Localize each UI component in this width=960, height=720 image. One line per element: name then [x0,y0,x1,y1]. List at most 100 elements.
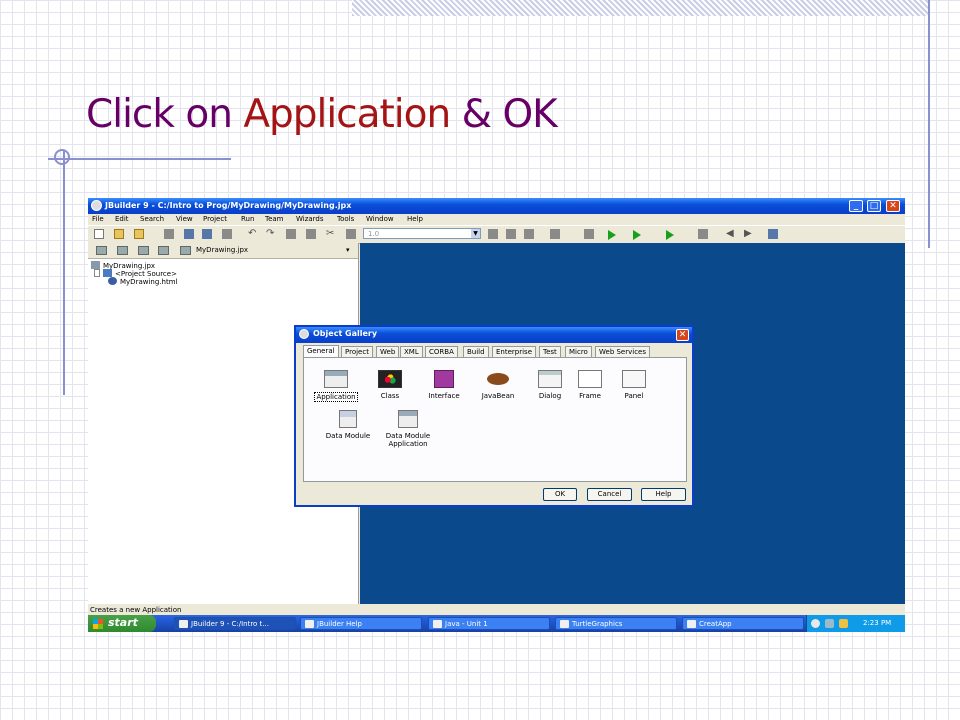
application-icon [324,370,348,388]
run-icon[interactable] [608,230,616,240]
optimize-icon[interactable] [666,230,674,240]
gallery-item-panel[interactable]: Panel [606,370,662,400]
tree-item-html[interactable]: MyDrawing.html [108,277,177,286]
copy-icon[interactable] [286,229,296,239]
gallery-item-label: JavaBean [481,392,515,400]
make-icon[interactable] [550,229,560,239]
reopen-icon[interactable] [134,229,144,239]
menu-file[interactable]: File [92,215,104,223]
gallery-item-label: Dialog [538,392,562,400]
task-java-unit1[interactable]: Java - Unit 1 [428,617,550,630]
maximize-button[interactable]: □ [867,200,881,212]
menu-wizards[interactable]: Wizards [296,215,324,223]
close-button[interactable]: ✕ [886,200,900,212]
save-icon[interactable] [184,229,194,239]
dialog-icon [299,329,309,339]
dialog-close-button[interactable]: ✕ [676,329,689,341]
close-file-icon[interactable] [164,229,174,239]
tab-xml[interactable]: XML [400,346,423,357]
menu-window[interactable]: Window [366,215,394,223]
search-next-icon[interactable] [488,229,498,239]
tab-web[interactable]: Web [376,346,400,357]
gallery-item-label: Class [380,392,400,400]
history-icon[interactable] [698,229,708,239]
paste-icon[interactable] [306,229,316,239]
undo-icon[interactable]: ↶ [248,229,256,239]
network-icon[interactable] [825,619,834,628]
tray-expand-icon[interactable] [811,619,820,628]
powerpoint-icon [560,620,569,628]
gallery-item-application[interactable]: Application [308,370,364,402]
close-project-icon[interactable] [96,246,107,255]
menu-help[interactable]: Help [407,215,423,223]
expand-icon[interactable] [94,269,100,277]
tab-enterprise[interactable]: Enterprise [492,346,537,357]
tree-item-label: MyDrawing.html [120,278,178,286]
dialog-titlebar[interactable]: Object Gallery ✕ [296,327,692,343]
help-topics-icon[interactable] [768,229,778,239]
add-files-icon[interactable] [117,246,128,255]
gallery-item-class[interactable]: Class [362,370,418,400]
gallery-item-interface[interactable]: Interface [416,370,472,400]
print-icon[interactable] [222,229,232,239]
title-prefix: Click on [86,92,244,137]
help-button[interactable]: Help [641,488,686,501]
ok-button[interactable]: OK [543,488,577,501]
tab-build[interactable]: Build [463,346,489,357]
open-project-icon[interactable] [114,229,124,239]
panel-icon [622,370,646,388]
javabean-icon [487,373,509,385]
rebuild-icon[interactable] [584,229,594,239]
class-icon [378,370,402,388]
interface-icon [434,370,454,388]
tab-web-services[interactable]: Web Services [595,346,651,357]
save-all-icon[interactable] [202,229,212,239]
dialog-title: Object Gallery [313,329,378,338]
search-prev-icon[interactable] [506,229,516,239]
minimize-button[interactable]: _ [849,200,863,212]
cancel-button[interactable]: Cancel [587,488,632,501]
task-jbuilder[interactable]: JBuilder 9 - C:/Intro t... [174,617,296,630]
project-selector[interactable]: MyDrawing.jpx [196,246,248,254]
remove-files-icon[interactable] [138,246,149,255]
new-file-icon[interactable] [94,229,104,239]
chevron-down-icon[interactable]: ▾ [346,246,350,254]
menu-run[interactable]: Run [241,215,254,223]
forward-icon[interactable]: ▶ [744,229,752,239]
tab-corba[interactable]: CORBA [425,346,458,357]
task-jbuilder-help[interactable]: JBuilder Help [300,617,422,630]
right-accent-line [928,0,930,248]
jbuilder-icon [91,200,102,211]
menu-project[interactable]: Project [203,215,227,223]
cut-icon[interactable]: ✂ [326,229,334,239]
start-button[interactable]: start [88,615,156,632]
volume-icon[interactable] [839,619,848,628]
tab-micro[interactable]: Micro [565,346,592,357]
window-titlebar[interactable]: JBuilder 9 - C:/Intro to Prog/MyDrawing/… [88,198,905,214]
back-icon[interactable]: ◀ [726,229,734,239]
menu-tools[interactable]: Tools [337,215,354,223]
menu-team[interactable]: Team [265,215,284,223]
task-creatapp[interactable]: CreatApp [682,617,804,630]
chevron-down-icon[interactable]: ▼ [471,229,480,238]
find-classes-icon[interactable] [524,229,534,239]
find-icon[interactable] [346,229,356,239]
tab-project[interactable]: Project [341,346,373,357]
redo-icon[interactable]: ↷ [266,229,274,239]
search-combo[interactable]: 1.0 ▼ [363,228,481,239]
refresh-icon[interactable] [158,246,169,255]
task-turtlegraphics[interactable]: TurtleGraphics [555,617,677,630]
tray-clock: 2:23 PM [863,619,892,627]
menu-search[interactable]: Search [140,215,164,223]
tab-test[interactable]: Test [539,346,561,357]
status-text: Creates a new Application [90,606,182,614]
gallery-item-javabean[interactable]: JavaBean [470,370,526,400]
gallery-item-label: Application [314,392,358,402]
gallery-item-data-module-application[interactable]: Data Module Application [378,410,438,448]
debug-icon[interactable] [633,230,641,240]
gallery-item-data-module[interactable]: Data Module [320,410,376,440]
menu-edit[interactable]: Edit [115,215,129,223]
tab-general[interactable]: General [303,345,339,357]
gallery-item-label: Interface [428,392,460,400]
menu-view[interactable]: View [176,215,193,223]
